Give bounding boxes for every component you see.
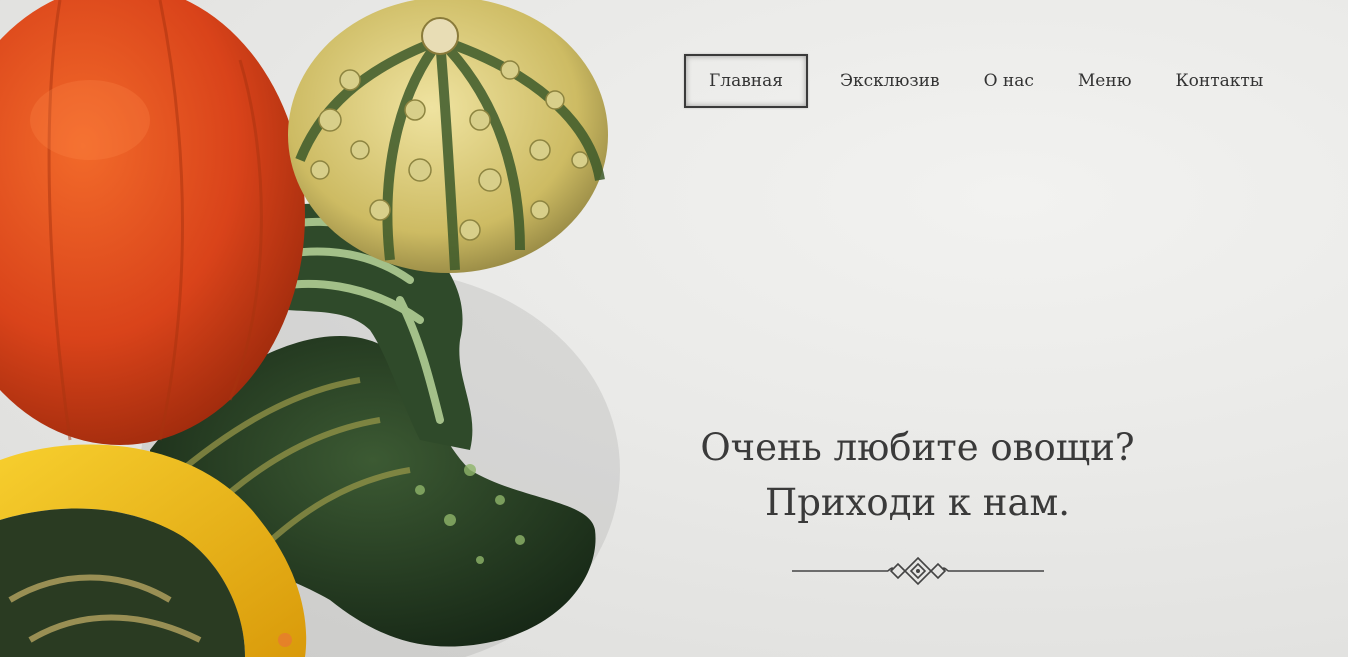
vegetables-image (0, 0, 620, 657)
nav-item-home[interactable]: Главная (684, 54, 808, 108)
hero-section: Главная Эксклюзив О нас Меню Контакты Оч… (0, 0, 1348, 657)
main-nav: Главная Эксклюзив О нас Меню Контакты (684, 54, 1285, 108)
hero-headline: Очень любите овощи? Приходи к нам. (640, 420, 1195, 530)
nav-item-about[interactable]: О нас (962, 54, 1056, 108)
headline-line-2: Приходи к нам. (764, 481, 1071, 524)
nav-item-menu[interactable]: Меню (1056, 54, 1154, 108)
nav-item-exclusive[interactable]: Эксклюзив (818, 54, 962, 108)
ornament-divider-icon (792, 556, 1044, 586)
headline-line-1: Очень любите овощи? (700, 426, 1135, 469)
nav-item-contacts[interactable]: Контакты (1154, 54, 1286, 108)
